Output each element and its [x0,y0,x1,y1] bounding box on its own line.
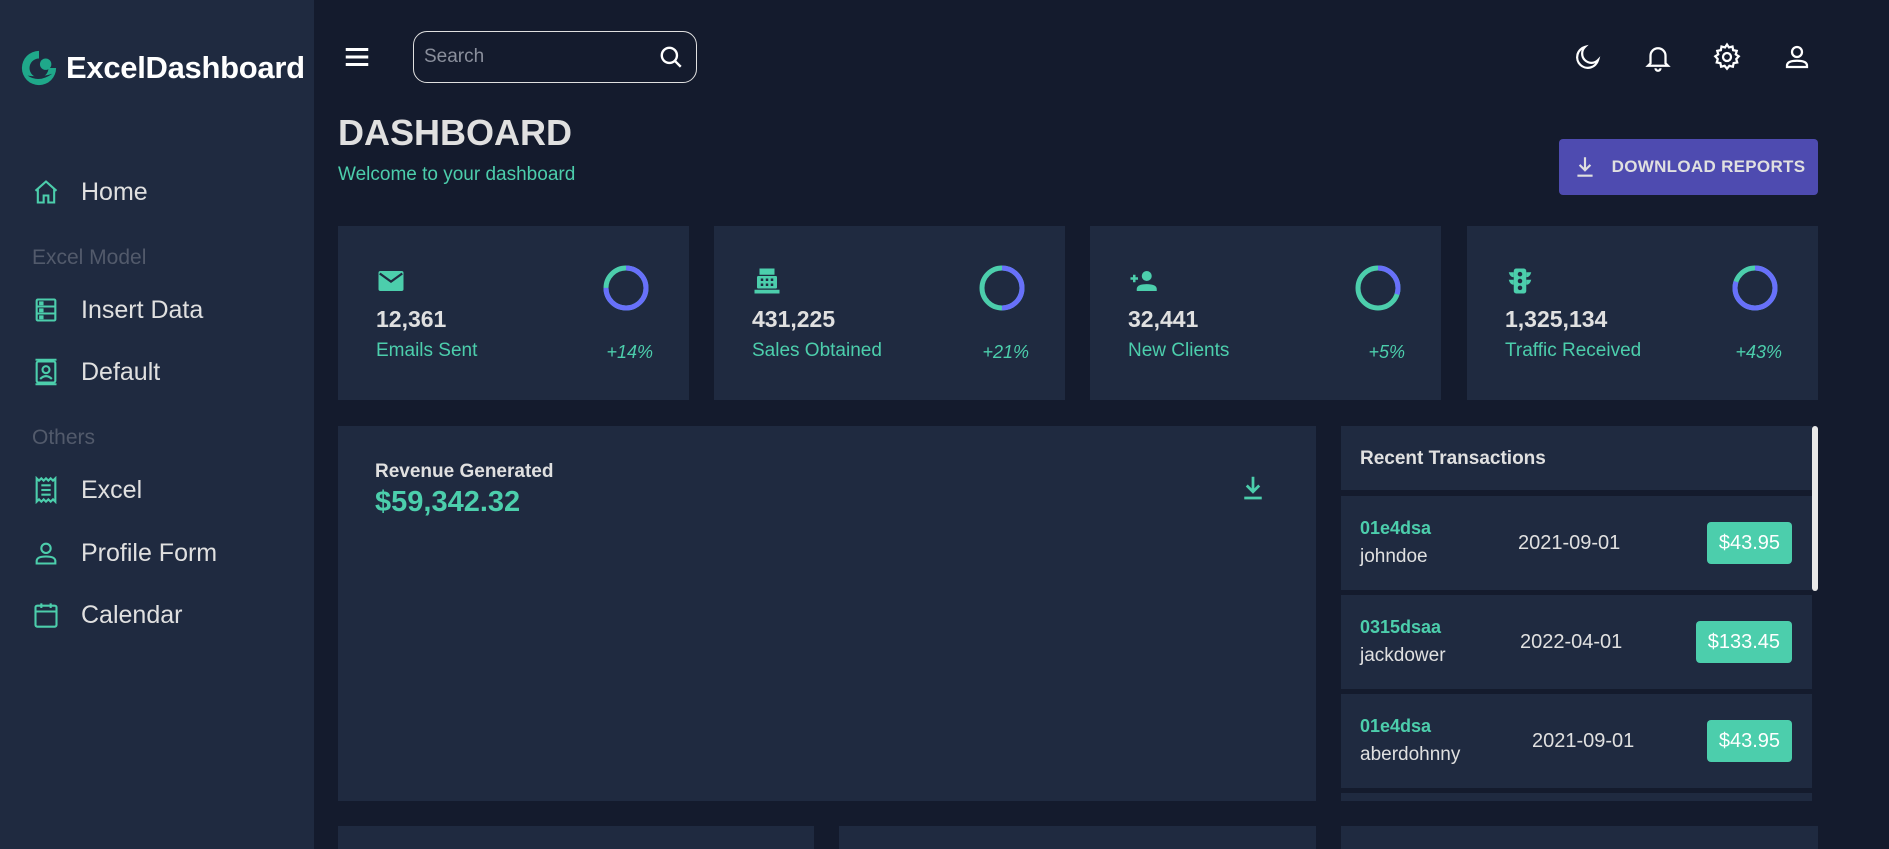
stat-value: 32,441 [1128,306,1199,332]
download-icon[interactable] [1238,473,1268,503]
bottom-card-campaign [338,826,814,849]
search-box [413,31,697,83]
menu-icon[interactable] [342,42,372,72]
transaction-cost: $43.95 [1706,522,1792,564]
sidebar-item-label: Home [81,177,148,206]
sidebar-item-label: Profile Form [81,538,218,567]
receipt-icon [35,476,57,504]
logo-icon [21,50,57,86]
download-reports-label: DOWNLOAD REPORTS [1611,157,1806,176]
recent-transactions-panel: Recent Transactions 01e4dsa johndoe 2021… [1341,426,1818,801]
person-add-icon [1130,271,1157,291]
stat-change: +5% [1368,342,1405,362]
revenue-panel: Revenue Generated $59,342.32 [338,426,1316,801]
stat-change: +21% [982,342,1029,362]
transaction-date: 2022-04-01 [1520,631,1623,653]
transaction-user: jackdower [1360,645,1446,666]
sidebar-item-home[interactable]: Home [32,174,148,210]
stat-value: 431,225 [752,306,836,332]
sidebar-section-excel-model: Excel Model [32,246,147,269]
transactions-title: Recent Transactions [1360,448,1546,469]
transaction-cost: $133.45 [1695,621,1792,663]
stat-label: New Clients [1128,340,1230,361]
brand[interactable]: ExcelDashboard [20,48,305,88]
brand-name: ExcelDashboard [66,50,305,85]
sidebar-item-label: Calendar [81,600,183,629]
transaction-id: 0315dsaa [1360,617,1442,637]
progress-circle [1355,265,1401,311]
transaction-row: 01e4dsa aberdohnny 2021-09-01 $43.95 [1341,694,1812,788]
transaction-user: aberdohnny [1360,744,1461,765]
search-icon[interactable] [658,44,684,70]
stat-card-traffic: 1,325,134 Traffic Received +43% [1467,226,1818,400]
transaction-row [1341,793,1812,801]
stat-card-clients: 32,441 New Clients +5% [1090,226,1441,400]
stat-label: Sales Obtained [752,340,882,361]
stat-label: Traffic Received [1505,340,1642,361]
traffic-icon [1508,268,1532,294]
sidebar-item-label: Insert Data [81,295,204,324]
sidebar: ExcelDashboard Home Excel Model Insert D… [0,0,314,849]
transaction-date: 2021-09-01 [1532,730,1635,752]
transaction-date: 2021-09-01 [1518,532,1621,554]
page-subtitle: Welcome to your dashboard [338,164,576,185]
progress-circle [979,265,1025,311]
transaction-user: johndoe [1360,546,1428,567]
person-icon [35,542,57,565]
notifications-icon[interactable] [1643,42,1673,72]
transactions-header: Recent Transactions [1341,426,1812,490]
home-icon [34,180,58,204]
download-reports-button[interactable]: DOWNLOAD REPORTS [1559,139,1818,195]
calendar-icon [34,603,58,628]
stat-change: +14% [606,342,653,362]
stat-card-sales: 431,225 Sales Obtained +21% [714,226,1065,400]
sidebar-item-default[interactable]: Default [32,354,160,390]
sidebar-item-label: Default [81,357,161,386]
point-of-sale-icon [754,268,780,294]
revenue-amount: $59,342.32 [375,486,521,518]
sidebar-item-excel[interactable]: Excel [32,472,142,508]
email-icon [378,271,404,291]
settings-icon[interactable] [1712,42,1742,72]
search-input[interactable] [424,46,654,68]
scrollbar-thumb[interactable] [1812,426,1818,591]
progress-circle [1732,265,1778,311]
transaction-row: 01e4dsa johndoe 2021-09-01 $43.95 [1341,496,1812,590]
transaction-row: 0315dsaa jackdower 2022-04-01 $133.45 [1341,595,1812,689]
transaction-cost: $43.95 [1706,720,1792,762]
dark-mode-icon[interactable] [1573,42,1603,72]
profile-icon[interactable] [1782,42,1812,72]
bottom-card-geography [1341,826,1818,849]
contact-card-icon [35,358,57,386]
stat-change: +43% [1735,342,1782,362]
transaction-id: 01e4dsa [1360,518,1432,538]
stat-value: 1,325,134 [1505,306,1608,332]
page-title: DASHBOARD [338,112,572,153]
progress-circle [603,265,649,311]
bottom-card-sales [839,826,1316,849]
sidebar-item-insert-data[interactable]: Insert Data [32,292,203,328]
sidebar-item-calendar[interactable]: Calendar [32,597,182,633]
transaction-id: 01e4dsa [1360,716,1432,736]
stat-label: Emails Sent [376,340,478,361]
stat-value: 12,361 [376,306,447,332]
insert-data-icon [35,298,57,322]
sidebar-section-others: Others [32,426,96,449]
sidebar-item-label: Excel [81,475,143,504]
stat-card-emails: 12,361 Emails Sent +14% [338,226,689,400]
download-icon [1577,157,1593,177]
sidebar-item-profile-form[interactable]: Profile Form [32,535,217,571]
revenue-title: Revenue Generated [375,461,554,482]
